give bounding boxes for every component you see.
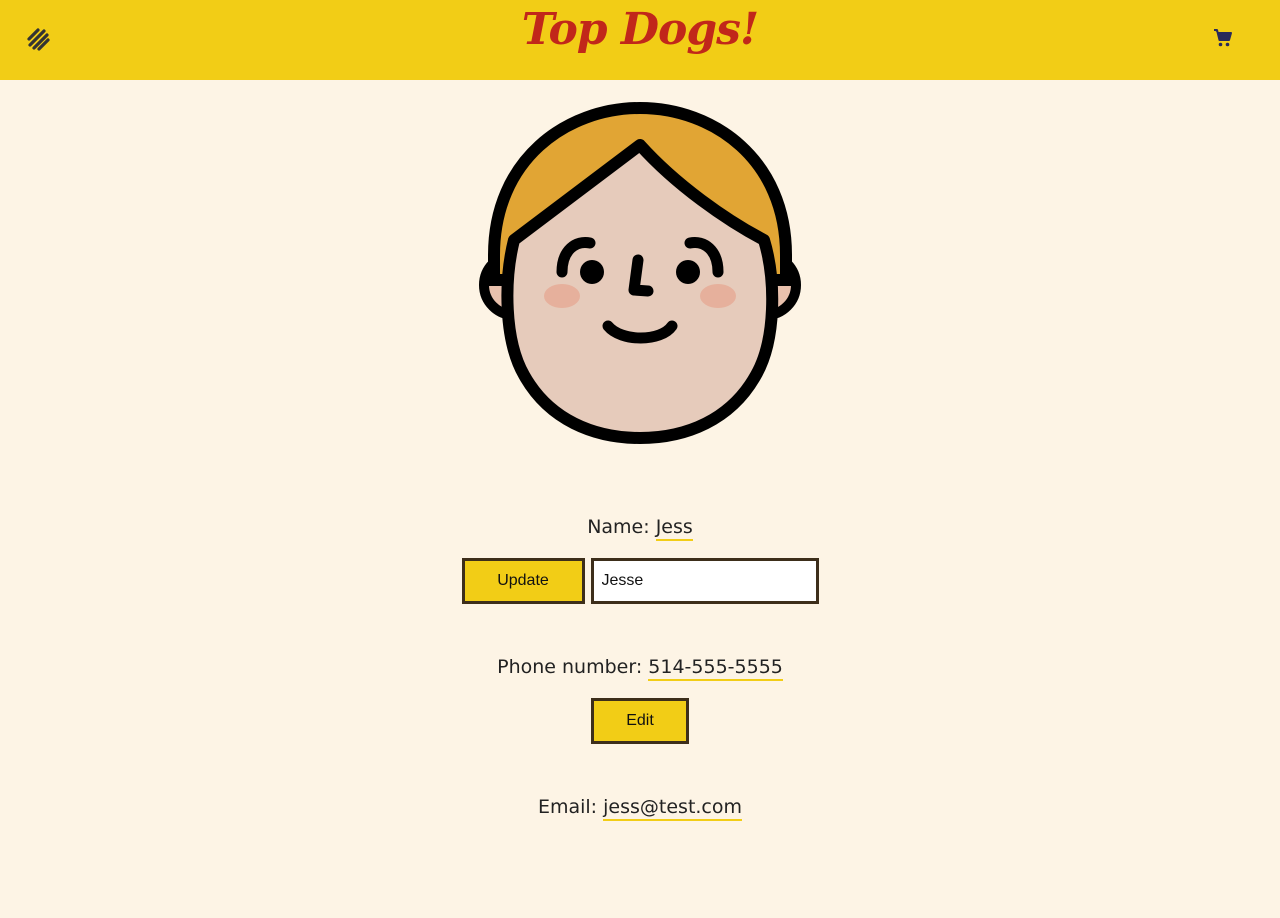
name-label: Name:	[587, 516, 650, 538]
name-value: Jess	[655, 516, 693, 541]
user-face-avatar	[479, 101, 801, 444]
edit-phone-button[interactable]: Edit	[591, 698, 689, 744]
header-bar: Top Dogs!	[0, 0, 1280, 80]
hotdog-menu-icon-graphic	[27, 28, 50, 51]
right-eye	[676, 260, 700, 284]
name-input[interactable]	[590, 558, 819, 604]
email-field: Email: jess@test.com	[0, 796, 1280, 821]
left-eye	[580, 260, 604, 284]
email-label: Email:	[537, 796, 598, 818]
brand-title[interactable]: Top Dogs!	[0, 4, 1280, 55]
phone-label: Phone number:	[497, 656, 643, 678]
hotdog-menu-icon[interactable]	[25, 26, 51, 52]
phone-value: 514-555-5555	[648, 656, 783, 681]
name-field: Name: Jess	[0, 516, 1280, 541]
shopping-cart-icon[interactable]	[1212, 27, 1234, 49]
email-value: jess@test.com	[603, 796, 743, 821]
phone-field: Phone number: 514-555-5555	[0, 656, 1280, 681]
right-cheek	[700, 284, 736, 308]
phone-edit-row: Edit	[0, 698, 1280, 744]
update-name-button[interactable]: Update	[461, 558, 585, 604]
left-cheek	[544, 284, 580, 308]
name-edit-row: Update	[0, 558, 1280, 604]
shopping-cart-icon-graphic	[1214, 29, 1232, 47]
